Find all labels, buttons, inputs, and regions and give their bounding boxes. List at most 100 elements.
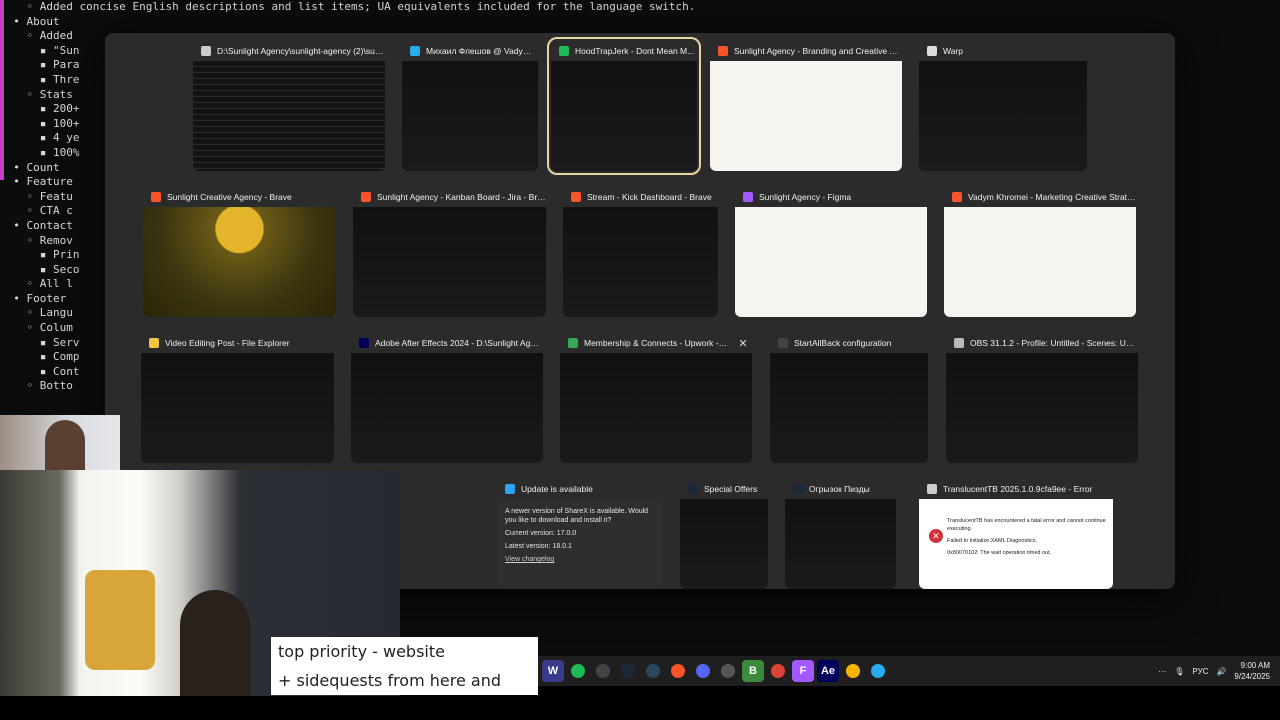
switcher-window[interactable]: TranslucentTB 2025.1.0.9cfa9ee - Error ✕ T… <box>919 479 1113 589</box>
switcher-window[interactable]: Огрызок Пизды <box>785 479 896 589</box>
startallback-icon <box>778 338 788 348</box>
window-title-bar: Adobe After Effects 2024 - D:\Sunlight A… <box>351 333 543 353</box>
window-thumbnail <box>946 353 1138 463</box>
switcher-window[interactable]: Sunlight Agency - Figma <box>735 187 927 317</box>
latest-version: Latest version: 18.0.1 <box>505 543 572 550</box>
switcher-window[interactable]: Membership & Connects - Upwork - Goo... ✕ <box>560 333 752 463</box>
switcher-window[interactable]: D:\Sunlight Agency\sunlight-agency (2)\s… <box>193 41 385 171</box>
window-title-bar: Membership & Connects - Upwork - Goo... ✕ <box>560 333 752 353</box>
window-thumbnail <box>351 353 543 463</box>
window-title: Михаил Флешов @ Vadym K... <box>426 46 538 56</box>
chrome-icon-glyph <box>771 664 785 678</box>
window-thumbnail <box>944 207 1136 317</box>
window-title: Warp <box>943 46 963 56</box>
brave-icon <box>952 192 962 202</box>
telegram-icon[interactable] <box>867 660 889 682</box>
window-title: StartAllBack configuration <box>794 338 892 348</box>
window-thumbnail <box>402 61 538 171</box>
steam-alt-icon[interactable] <box>642 660 664 682</box>
window-title-bar: D:\Sunlight Agency\sunlight-agency (2)\s… <box>193 41 385 61</box>
obs-icon[interactable] <box>592 660 614 682</box>
window-thumbnail <box>563 207 718 317</box>
window-title-bar: OBS 31.1.2 - Profile: Untitled - Scenes:… <box>946 333 1138 353</box>
window-thumbnail <box>143 207 336 317</box>
window-title: HoodTrapJerk - Dont Mean M... <box>575 46 695 56</box>
window-title: Огрызок Пизды <box>809 484 870 494</box>
switcher-window[interactable]: HoodTrapJerk - Dont Mean M... <box>547 37 701 175</box>
chrome-icon <box>568 338 578 348</box>
switcher-window[interactable]: Михаил Флешов @ Vadym K... <box>402 41 538 171</box>
update-message: A newer version of ShareX is available. … <box>505 508 649 524</box>
switcher-window[interactable]: Adobe After Effects 2024 - D:\Sunlight A… <box>351 333 543 463</box>
window-title-bar: Vadym Khromei - Marketing Creative Strat… <box>944 187 1136 207</box>
brave-icon-glyph <box>671 664 685 678</box>
switcher-window[interactable]: Sunlight Agency - Kanban Board - Jira - … <box>353 187 546 317</box>
sharex-icon[interactable] <box>717 660 739 682</box>
window-title: Sunlight Agency - Kanban Board - Jira - … <box>377 192 546 202</box>
spotify-icon[interactable] <box>567 660 589 682</box>
sharex-icon <box>505 484 515 494</box>
window-title: Sunlight Agency - Figma <box>759 192 852 202</box>
current-version: Current version: 17.0.0 <box>505 530 577 537</box>
window-thumbnail <box>551 61 697 171</box>
switcher-window[interactable]: Special Offers <box>680 479 768 589</box>
switcher-window[interactable]: StartAllBack configuration <box>770 333 928 463</box>
switcher-window[interactable]: Video Editing Post - File Explorer <box>141 333 334 463</box>
window-title-bar: Sunlight Agency - Kanban Board - Jira - … <box>353 187 546 207</box>
discord-icon-glyph <box>696 664 710 678</box>
switcher-window[interactable]: Stream - Kick Dashboard - Brave <box>563 187 718 317</box>
window-title-bar: Update is available <box>497 479 663 499</box>
window-thumbnail <box>353 207 546 317</box>
changelog-link[interactable]: View changelog <box>505 555 655 564</box>
steam-alt-icon-glyph <box>646 664 660 678</box>
taskbar: W B F Ae ··· 🎙 РУС 🔊 9:00 AM 9/24/2025 <box>538 656 1280 686</box>
caption-line-1: top priority - website <box>278 642 445 661</box>
steam-icon[interactable] <box>617 660 639 682</box>
discord-icon[interactable] <box>692 660 714 682</box>
folder-icon <box>149 338 159 348</box>
sharex-icon-glyph <box>721 664 735 678</box>
close-icon[interactable]: ✕ <box>734 337 752 350</box>
clock-time: 9:00 AM <box>1240 661 1270 670</box>
window-thumbnail <box>735 207 927 317</box>
switcher-window[interactable]: Vadym Khromei - Marketing Creative Strat… <box>944 187 1136 317</box>
after-effects-icon <box>359 338 369 348</box>
webcam-overlay-small <box>0 415 120 470</box>
notion-icon[interactable]: B <box>742 660 764 682</box>
screen-bottom-edge <box>0 696 1280 720</box>
window-thumbnail <box>141 353 334 463</box>
microphone-icon[interactable]: 🎙 <box>1174 667 1184 676</box>
window-title: Sunlight Agency - Branding and Creative … <box>734 46 902 56</box>
taskbar-apps: W B F Ae <box>538 660 889 682</box>
figma-icon[interactable]: F <box>792 660 814 682</box>
switcher-window[interactable]: Sunlight Creative Agency - Brave <box>143 187 336 317</box>
switcher-window[interactable]: OBS 31.1.2 - Profile: Untitled - Scenes:… <box>946 333 1138 463</box>
chrome-alt-icon[interactable] <box>842 660 864 682</box>
window-title: Membership & Connects - Upwork - Goo... <box>584 338 728 348</box>
steam-icon-glyph <box>621 664 635 678</box>
clock[interactable]: 9:00 AM 9/24/2025 <box>1234 660 1270 682</box>
warp-icon[interactable]: W <box>542 660 564 682</box>
volume-icon[interactable]: 🔊 <box>1216 667 1226 676</box>
window-title: Vadym Khromei - Marketing Creative Strat… <box>968 192 1136 202</box>
window-title-bar: Sunlight Agency - Figma <box>735 187 927 207</box>
chrome-alt-icon-glyph <box>846 664 860 678</box>
switcher-window[interactable]: Warp <box>919 41 1087 171</box>
brave-icon[interactable] <box>667 660 689 682</box>
window-thumbnail <box>919 61 1087 171</box>
warp-icon <box>927 46 937 56</box>
telegram-icon-glyph <box>871 664 885 678</box>
terminal-line: • About <box>0 14 60 28</box>
brave-icon <box>361 192 371 202</box>
suitcase-image <box>85 570 155 670</box>
terminal-line: ◦ Added concise English descriptions and… <box>0 0 696 13</box>
window-thumbnail: A newer version of ShareX is available. … <box>497 499 663 589</box>
tray-overflow-icon[interactable]: ··· <box>1158 667 1166 676</box>
figma-icon <box>743 192 753 202</box>
after-effects-icon[interactable]: Ae <box>817 660 839 682</box>
language-indicator[interactable]: РУС <box>1192 667 1208 676</box>
switcher-window[interactable]: Update is available A newer version of Sh… <box>497 479 663 589</box>
switcher-window[interactable]: Sunlight Agency - Branding and Creative … <box>710 41 902 171</box>
window-title-bar: Warp <box>919 41 1087 61</box>
chrome-icon[interactable] <box>767 660 789 682</box>
